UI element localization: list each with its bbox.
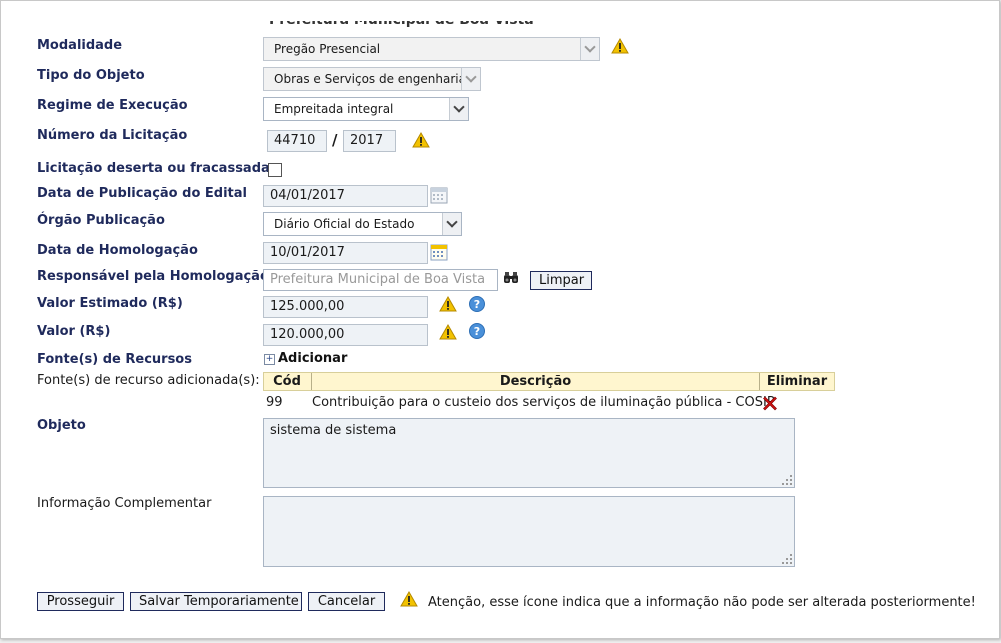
orgao-select[interactable]: Diário Oficial do Estado [263, 212, 462, 236]
help-icon[interactable]: ? [469, 296, 485, 312]
regime-value: Empreitada integral [274, 102, 394, 116]
chevron-down-icon [449, 98, 468, 120]
chevron-down-icon [461, 68, 480, 90]
modalidade-select[interactable]: Pregão Presencial [263, 37, 600, 61]
adicionar-link[interactable]: Adicionar [278, 351, 347, 366]
objeto-textarea[interactable]: sistema de sistema [263, 418, 795, 488]
objeto-label: Objeto [37, 418, 86, 433]
resize-grip-icon[interactable] [782, 554, 792, 564]
header-descricao: Descrição [499, 374, 572, 389]
tipo-objeto-select[interactable]: Obras e Serviços de engenharia [263, 67, 481, 91]
binoculars-icon[interactable] [503, 272, 519, 284]
numero-label: Número da Licitação [37, 128, 188, 143]
header-cod: Cód [273, 374, 301, 389]
modalidade-value: Pregão Presencial [274, 42, 381, 56]
row-descricao: Contribuição para o custeio dos serviços… [312, 395, 775, 410]
regime-label: Regime de Execução [37, 98, 188, 113]
valor-input[interactable]: 120.000,00 [263, 324, 428, 346]
regime-select[interactable]: Empreitada integral [263, 97, 469, 121]
chevron-down-icon [442, 213, 461, 235]
warning-icon [611, 38, 629, 54]
data-publicacao-input[interactable]: 04/01/2017 [263, 185, 428, 207]
chevron-down-icon [580, 38, 599, 60]
deserta-label: Licitação deserta ou fracassada [37, 161, 270, 176]
valor-estimado-input[interactable]: 125.000,00 [263, 296, 428, 318]
row-cod: 99 [266, 395, 283, 410]
page-title: Prefeitura Municipal de Boa Vista [269, 12, 534, 28]
info-complementar-label: Informação Complementar [37, 496, 212, 511]
warning-icon [439, 324, 457, 340]
header-eliminar: Eliminar [766, 374, 828, 389]
numero-separator: / [332, 131, 338, 149]
responsavel-label: Responsável pela Homologação [37, 269, 269, 284]
modalidade-label: Modalidade [37, 38, 123, 53]
salvar-temporariamente-button[interactable]: Salvar Temporariamente [130, 592, 302, 611]
fontes-table-header: Cód Descrição Eliminar [263, 372, 835, 391]
responsavel-input[interactable]: Prefeitura Municipal de Boa Vista [263, 269, 498, 291]
delete-icon[interactable] [762, 395, 778, 411]
orgao-label: Órgão Publicação [37, 213, 165, 228]
warning-icon [400, 591, 418, 607]
valor-label: Valor (R$) [37, 324, 111, 339]
warning-note: Atenção, esse ícone indica que a informa… [428, 595, 976, 610]
warning-icon [439, 296, 457, 312]
fontes-label: Fonte(s) de Recursos [37, 352, 192, 367]
numero-input[interactable]: 44710 [267, 130, 327, 152]
plus-icon[interactable]: + [264, 354, 275, 365]
data-publicacao-label: Data de Publicação do Edital [37, 186, 247, 201]
form-panel: Prefeitura Municipal de Boa Vista Modali… [0, 0, 1000, 639]
warning-icon [412, 132, 430, 148]
calendar-icon[interactable] [430, 243, 448, 261]
tipo-objeto-value: Obras e Serviços de engenharia [274, 72, 466, 86]
tipo-objeto-label: Tipo do Objeto [37, 68, 145, 83]
cancelar-button[interactable]: Cancelar [308, 592, 385, 611]
prosseguir-button[interactable]: Prosseguir [37, 592, 124, 611]
help-icon[interactable]: ? [469, 323, 485, 339]
info-complementar-textarea[interactable] [263, 496, 795, 567]
fontes-adicionadas-label: Fonte(s) de recurso adicionada(s): [37, 373, 260, 388]
data-homologacao-label: Data de Homologação [37, 243, 198, 258]
valor-estimado-label: Valor Estimado (R$) [37, 296, 183, 311]
objeto-value: sistema de sistema [270, 423, 397, 438]
data-homologacao-input[interactable]: 10/01/2017 [263, 242, 428, 264]
ano-input[interactable]: 2017 [343, 130, 396, 152]
deserta-checkbox[interactable] [268, 163, 282, 177]
orgao-value: Diário Oficial do Estado [274, 217, 415, 231]
resize-grip-icon[interactable] [782, 475, 792, 485]
limpar-button[interactable]: Limpar [530, 271, 592, 290]
calendar-icon[interactable] [430, 186, 448, 204]
